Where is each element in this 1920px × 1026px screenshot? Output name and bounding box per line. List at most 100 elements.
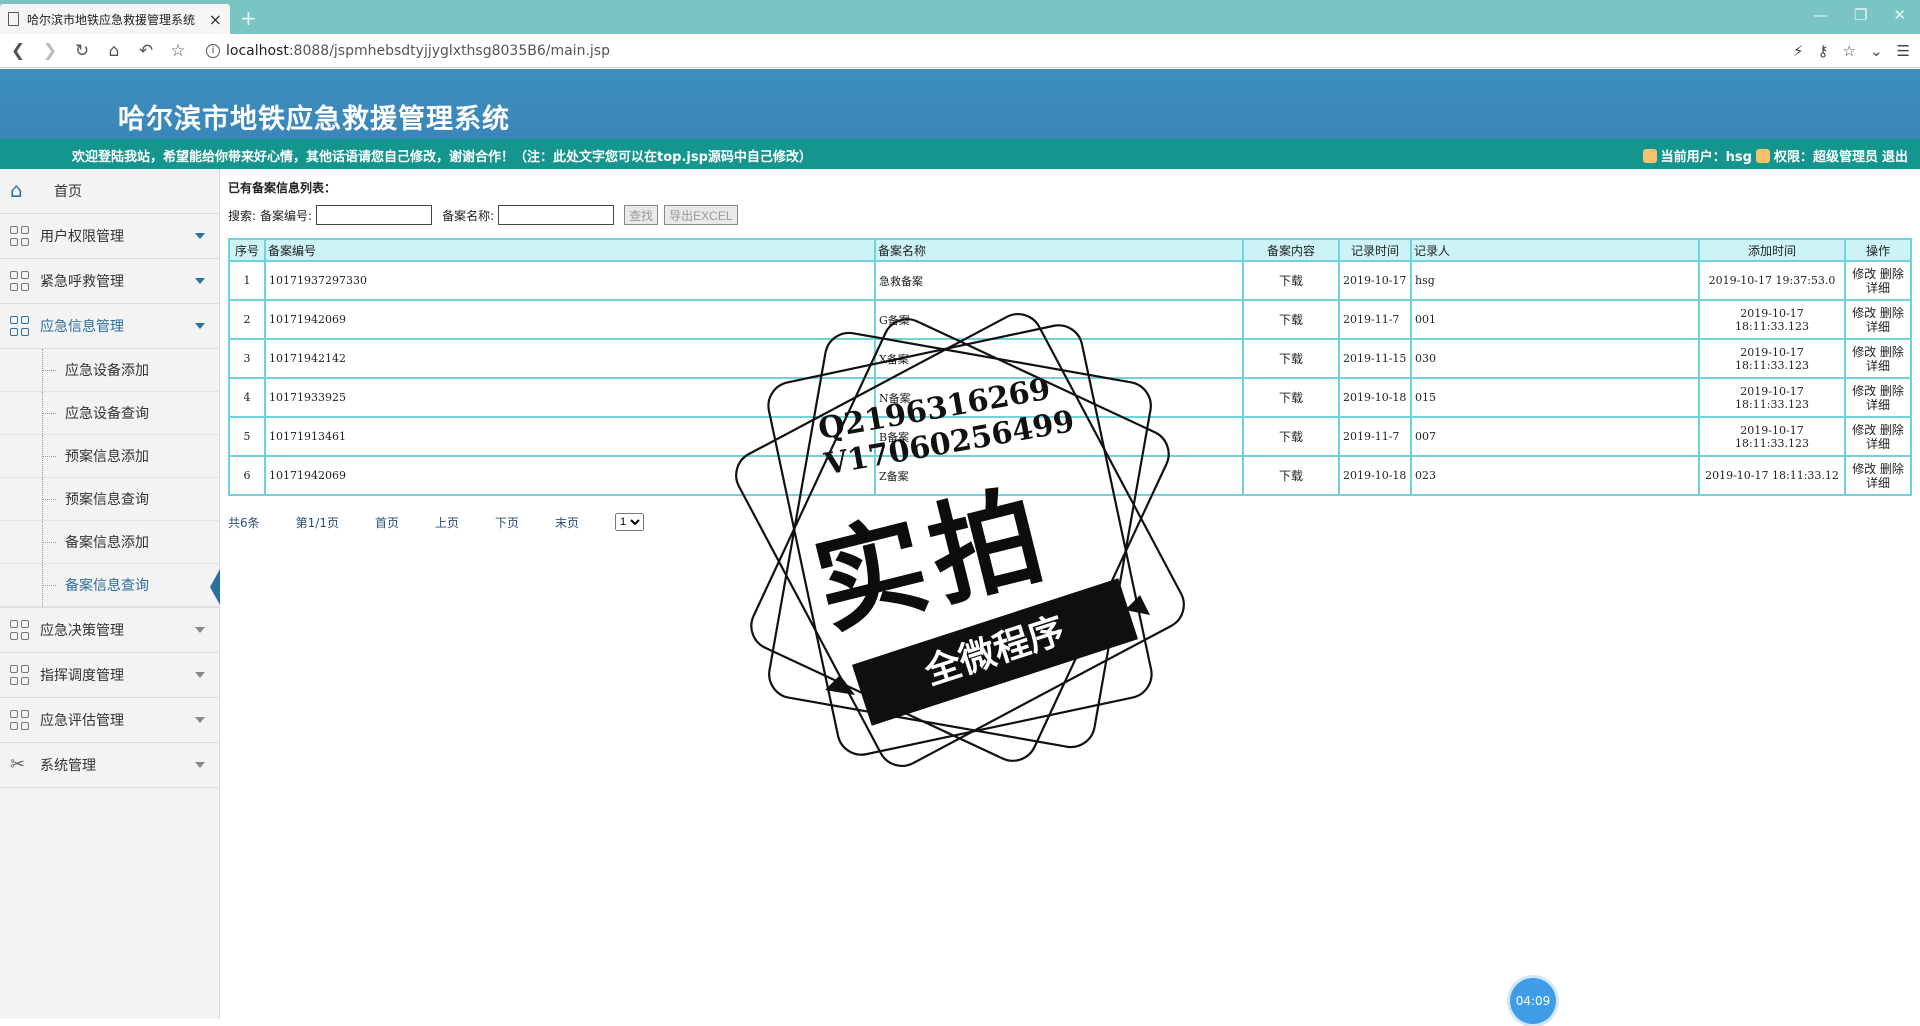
recording-timer: 04:09 xyxy=(1510,978,1556,1024)
edit-link[interactable]: 修改 xyxy=(1852,345,1876,359)
page-select[interactable]: 1 xyxy=(615,513,645,531)
row-actions: 修改 删除 详细 xyxy=(1844,260,1912,301)
home-icon[interactable]: ⌂ xyxy=(100,41,128,61)
delete-link[interactable]: 删除 xyxy=(1880,267,1904,281)
undo-icon[interactable]: ↶ xyxy=(132,41,160,61)
delete-link[interactable]: 删除 xyxy=(1880,462,1904,476)
reload-icon[interactable]: ↻ xyxy=(68,41,96,61)
tab-title: 哈尔滨市地铁应急救援管理系统 xyxy=(27,12,196,27)
sidebar-item-emergency-call[interactable]: 紧急呼救管理 xyxy=(0,259,219,304)
edit-link[interactable]: 修改 xyxy=(1852,423,1876,437)
restore-icon[interactable]: ❐ xyxy=(1854,6,1867,24)
grid-icon xyxy=(10,271,30,291)
page-icon xyxy=(8,12,19,26)
url-field[interactable]: i localhost:8088/jspmhebsdtyjjyglxthsg80… xyxy=(206,43,610,59)
detail-link[interactable]: 详细 xyxy=(1866,437,1890,451)
favorite-star-icon[interactable]: ☆ xyxy=(1843,42,1856,60)
edit-link[interactable]: 修改 xyxy=(1852,306,1876,320)
home-icon: ⌂ xyxy=(10,178,23,202)
name-input[interactable] xyxy=(498,205,615,225)
sidebar-item-evaluation[interactable]: 应急评估管理 xyxy=(0,698,219,743)
row-number: 5 xyxy=(228,416,266,457)
col-header: 记录人 xyxy=(1410,238,1700,262)
delete-link[interactable]: 删除 xyxy=(1880,345,1904,359)
download-link[interactable]: 下载 xyxy=(1242,416,1340,457)
edit-link[interactable]: 修改 xyxy=(1852,267,1876,281)
caret-down-icon xyxy=(195,278,205,284)
detail-link[interactable]: 详细 xyxy=(1866,476,1890,490)
submenu-label: 应急设备查询 xyxy=(65,406,149,422)
sidebar-item-label: 用户权限管理 xyxy=(40,229,124,245)
download-link[interactable]: 下载 xyxy=(1242,455,1340,496)
url-path: :8088/jspmhebsdtyjjyglxthsg8035B6/main.j… xyxy=(288,42,610,59)
edit-link[interactable]: 修改 xyxy=(1852,462,1876,476)
submenu-item[interactable]: 备案信息添加 xyxy=(0,521,219,564)
new-tab-icon[interactable]: + xyxy=(240,6,257,30)
download-link[interactable]: 下载 xyxy=(1242,299,1340,340)
submenu-label: 备案信息查询 xyxy=(65,578,149,594)
close-tab-icon[interactable]: × xyxy=(209,10,222,29)
first-page-link[interactable]: 首页 xyxy=(375,514,399,531)
submenu-item[interactable]: 应急设备添加 xyxy=(0,349,219,392)
back-icon[interactable]: ❮ xyxy=(4,41,32,61)
row-number: 4 xyxy=(228,377,266,418)
next-page-link[interactable]: 下页 xyxy=(495,514,519,531)
download-link[interactable]: 下载 xyxy=(1242,338,1340,379)
menu-icon[interactable]: ☰ xyxy=(1897,42,1910,60)
info-icon[interactable]: i xyxy=(206,43,220,58)
permission-icon xyxy=(1755,148,1770,163)
forward-icon[interactable]: ❯ xyxy=(36,41,64,61)
row-number: 1 xyxy=(228,260,266,301)
name-label: 备案名称: xyxy=(442,208,495,223)
submenu-item[interactable]: 预案信息查询 xyxy=(0,478,219,521)
last-page-link[interactable]: 末页 xyxy=(555,514,579,531)
submenu-item-current[interactable]: 备案信息查询 xyxy=(0,564,220,607)
sidebar-item-user-permission[interactable]: 用户权限管理 xyxy=(0,214,219,259)
detail-link[interactable]: 详细 xyxy=(1866,281,1890,295)
row-actions: 修改 删除 详细 xyxy=(1844,338,1912,379)
delete-link[interactable]: 删除 xyxy=(1880,384,1904,398)
sidebar-item-label: 应急评估管理 xyxy=(40,713,124,729)
prev-page-link[interactable]: 上页 xyxy=(435,514,459,531)
search-button[interactable]: 查找 xyxy=(624,205,659,225)
sidebar-item-home[interactable]: ⌂ 首页 xyxy=(0,169,219,214)
sidebar-item-label: 应急信息管理 xyxy=(40,319,124,335)
logout-link[interactable]: 退出 xyxy=(1882,146,1908,165)
browser-tab[interactable]: 哈尔滨市地铁应急救援管理系统 × xyxy=(0,4,230,34)
caret-down-icon xyxy=(195,672,205,678)
sidebar-item-label: 紧急呼救管理 xyxy=(40,274,124,290)
download-link[interactable]: 下载 xyxy=(1242,377,1340,418)
sidebar-item-dispatch[interactable]: 指挥调度管理 xyxy=(0,653,219,698)
close-window-icon[interactable]: ✕ xyxy=(1893,6,1906,24)
chevron-down-icon[interactable]: ⌄ xyxy=(1870,42,1883,60)
edit-link[interactable]: 修改 xyxy=(1852,384,1876,398)
minimize-icon[interactable]: — xyxy=(1813,6,1828,24)
lightning-icon[interactable]: ⚡ xyxy=(1793,42,1804,60)
record-date: 2019-10-18 xyxy=(1338,377,1412,418)
delete-link[interactable]: 删除 xyxy=(1880,423,1904,437)
bookmark-star-icon[interactable]: ☆ xyxy=(164,41,192,61)
detail-link[interactable]: 详细 xyxy=(1866,359,1890,373)
sidebar-item-emergency-info[interactable]: 应急信息管理 xyxy=(0,304,219,349)
added-time: 2019-10-17 18:11:33.12 xyxy=(1698,455,1846,496)
download-link[interactable]: 下载 xyxy=(1242,260,1340,301)
active-pointer-icon xyxy=(210,569,220,605)
key-icon[interactable]: ⚷ xyxy=(1818,42,1829,60)
row-actions: 修改 删除 详细 xyxy=(1844,377,1912,418)
col-header: 备案内容 xyxy=(1242,238,1340,262)
delete-link[interactable]: 删除 xyxy=(1880,306,1904,320)
code-input[interactable] xyxy=(316,205,433,225)
submenu-item[interactable]: 应急设备查询 xyxy=(0,392,219,435)
col-header: 备案名称 xyxy=(874,238,1244,262)
detail-link[interactable]: 详细 xyxy=(1866,398,1890,412)
pagination: 共6条 第1/1页 首页 上页 下页 末页 1 xyxy=(228,513,645,531)
submenu-item[interactable]: 预案信息添加 xyxy=(0,435,219,478)
grid-icon xyxy=(10,316,30,336)
sidebar-item-system[interactable]: ✂ 系统管理 xyxy=(0,743,219,788)
detail-link[interactable]: 详细 xyxy=(1866,320,1890,334)
search-row: 搜索: 备案编号: 备案名称: 查找 导出EXCEL xyxy=(228,205,740,225)
sidebar-item-decision[interactable]: 应急决策管理 xyxy=(0,608,219,653)
col-header: 添加时间 xyxy=(1698,238,1846,262)
app-header: 哈尔滨市地铁应急救援管理系统 xyxy=(0,69,1920,139)
export-excel-button[interactable]: 导出EXCEL xyxy=(664,205,738,225)
